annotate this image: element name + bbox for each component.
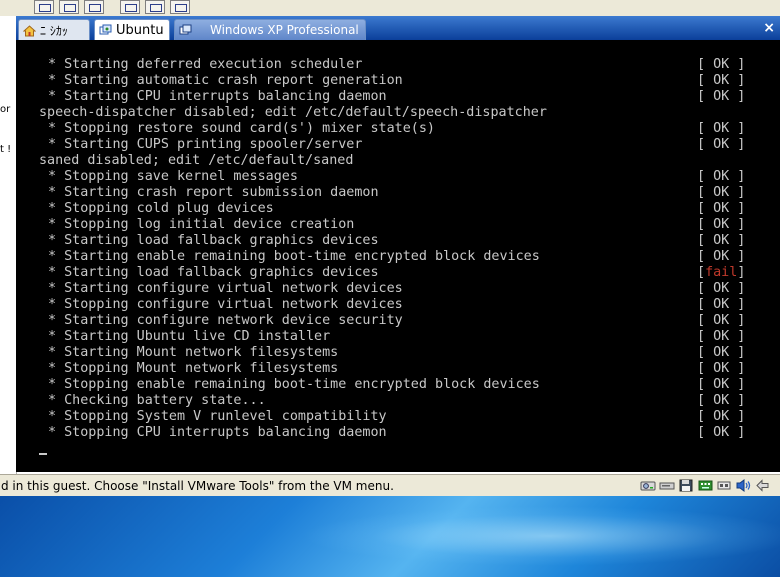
console-status-ok: [ OK ] <box>697 57 746 72</box>
host-text-fragment: or <box>0 104 11 115</box>
desktop-glow <box>300 506 780 566</box>
floppy-icon[interactable] <box>678 478 695 493</box>
vm-tab-bar: ﾆ ｼｶｯ Ubuntu Windows XP Professional × <box>16 16 780 40</box>
console-line-message: * Stopping System V runlevel compatibili… <box>48 409 387 424</box>
console-status-ok: [ OK ] <box>697 393 746 408</box>
usb-icon[interactable] <box>716 478 733 493</box>
console-line-message: saned disabled; edit /etc/default/saned <box>39 153 354 168</box>
console-status-ok: [ OK ] <box>697 281 746 296</box>
console-line-message: * Starting configure virtual network dev… <box>48 281 403 296</box>
tab-label: ﾆ ｼｶｯ <box>40 23 68 38</box>
home-icon <box>23 24 36 37</box>
console-status-ok: [ OK ] <box>697 73 746 88</box>
vm-icon <box>99 24 112 37</box>
console-line-message: * Checking battery state... <box>48 393 266 408</box>
console-status-ok: [ OK ] <box>697 345 746 360</box>
console-line-message: * Starting CUPS printing spooler/server <box>48 137 363 152</box>
device-tray <box>640 478 771 494</box>
console-line-message: * Starting Mount network filesystems <box>48 345 339 360</box>
console-line-message: * Starting crash report submission daemo… <box>48 185 379 200</box>
status-message: d in this guest. Choose "Install VMware … <box>1 479 394 493</box>
console-line-message: * Starting load fallback graphics device… <box>48 233 379 248</box>
console-status-ok: [ OK ] <box>697 185 746 200</box>
hard-disk-icon[interactable] <box>640 478 657 493</box>
tab-label: Windows XP Professional <box>210 23 359 37</box>
console-line-message: * Stopping Mount network filesystems <box>48 361 339 376</box>
cdrom-icon[interactable] <box>659 478 676 493</box>
console-line-message: * Starting load fallback graphics device… <box>48 265 379 280</box>
console-line-message: * Stopping enable remaining boot-time en… <box>48 377 540 392</box>
console-line-message: * Starting deferred execution scheduler <box>48 57 363 72</box>
close-tab-icon[interactable]: × <box>763 20 775 36</box>
console-status-ok: [ OK ] <box>697 361 746 376</box>
console-status-ok: [ OK ] <box>697 169 746 184</box>
console-line-message: * Starting automatic crash report genera… <box>48 73 403 88</box>
console-line-message: * Starting configure network device secu… <box>48 313 403 328</box>
console-status-ok: [ OK ] <box>697 377 746 392</box>
console-line-message: * Stopping CPU interrupts balancing daem… <box>48 425 387 440</box>
tab-windows-xp[interactable]: Windows XP Professional <box>174 19 366 40</box>
toolbar-button-snapshot[interactable] <box>120 0 140 14</box>
console-status-ok: [ OK ] <box>697 425 746 440</box>
tab-label: Ubuntu <box>116 22 164 38</box>
console-status-ok: [ OK ] <box>697 233 746 248</box>
console-status-ok: [ OK ] <box>697 201 746 216</box>
console-line-message: * Starting Ubuntu live CD installer <box>48 329 331 344</box>
console-status-ok: [ OK ] <box>697 121 746 136</box>
arrows-icon[interactable] <box>754 478 771 493</box>
status-bar: d in this guest. Choose "Install VMware … <box>0 474 780 497</box>
console-line-message: * Starting CPU interrupts balancing daem… <box>48 89 387 104</box>
sound-icon[interactable] <box>735 478 752 493</box>
vm-toolbar <box>0 0 780 17</box>
vm-console[interactable]: * Starting deferred execution scheduler [… <box>16 40 780 472</box>
console-line-message: * Stopping save kernel messages <box>48 169 298 184</box>
console-line-message: * Starting enable remaining boot-time en… <box>48 249 540 264</box>
toolbar-button-full-screen[interactable] <box>59 0 79 14</box>
network-icon[interactable] <box>697 478 714 493</box>
console-status-ok: [ OK ] <box>697 217 746 232</box>
tab-home[interactable]: ﾆ ｼｶｯ <box>18 19 90 40</box>
console-line-message: * Stopping cold plug devices <box>48 201 274 216</box>
toolbar-button-normal-view[interactable] <box>34 0 54 14</box>
desktop-background <box>0 496 780 577</box>
console-status-ok: [ OK ] <box>697 329 746 344</box>
host-window-edge: or t ! <box>0 16 17 474</box>
toolbar-button-revert[interactable] <box>145 0 165 14</box>
console-status-ok: [ OK ] <box>697 89 746 104</box>
console-line-message: * Stopping log initial device creation <box>48 217 355 232</box>
console-status-ok: [ OK ] <box>697 137 746 152</box>
host-text-fragment: t ! <box>0 144 12 155</box>
console-line-message: * Stopping restore sound card(s') mixer … <box>48 121 435 136</box>
vm-icon <box>179 24 192 37</box>
console-line-message: speech-dispatcher disabled; edit /etc/de… <box>39 105 547 120</box>
toolbar-button-quick-switch[interactable] <box>84 0 104 14</box>
console-status-fail: [fail] <box>697 265 746 280</box>
console-status-ok: [ OK ] <box>697 313 746 328</box>
console-status-ok: [ OK ] <box>697 409 746 424</box>
console-status-ok: [ OK ] <box>697 249 746 264</box>
toolbar-button-manage-snapshots[interactable] <box>170 0 190 14</box>
console-cursor <box>39 453 47 455</box>
tab-ubuntu[interactable]: Ubuntu <box>94 19 170 40</box>
console-line-message: * Stopping configure virtual network dev… <box>48 297 403 312</box>
console-status-ok: [ OK ] <box>697 297 746 312</box>
